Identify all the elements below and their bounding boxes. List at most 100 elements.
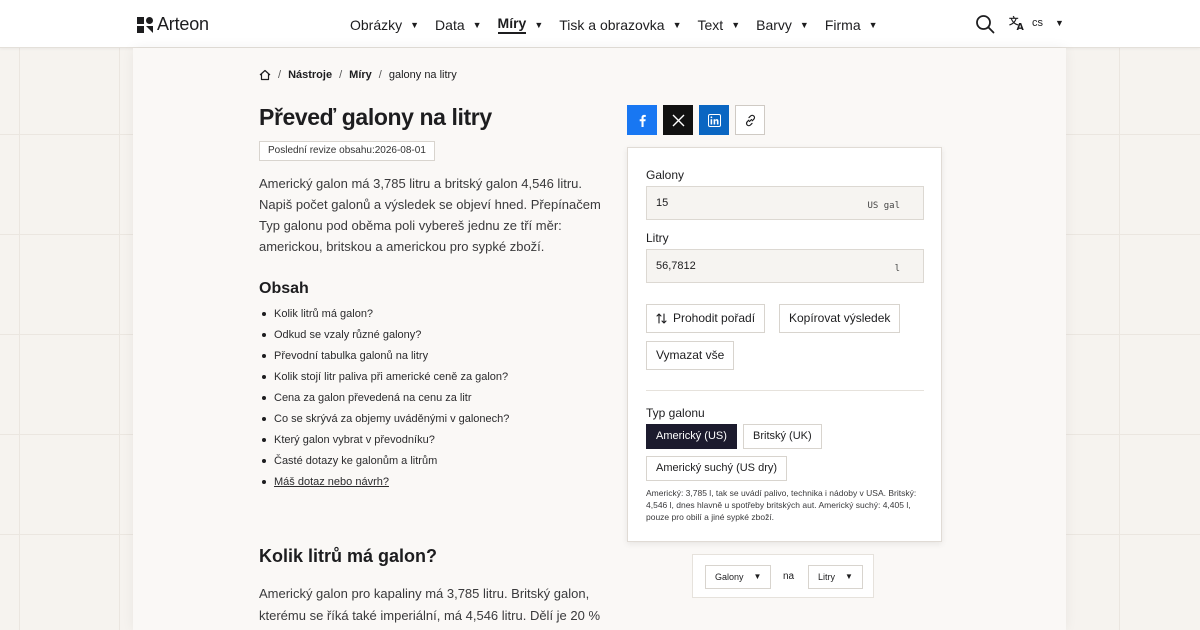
toc-item-label: Kolik litrů má galon?: [274, 308, 374, 320]
nav-label: Míry: [497, 15, 527, 34]
home-icon[interactable]: [259, 69, 271, 81]
from-unit-select[interactable]: Galony ▼: [705, 565, 772, 589]
from-unit-select-value: Galony: [715, 572, 744, 582]
toc-item[interactable]: Kolik stojí litr paliva při americké cen…: [259, 370, 509, 391]
share-linkedin-button[interactable]: [699, 105, 729, 135]
intro-text: Americký galon má 3,785 litru a britský …: [259, 176, 601, 254]
toc-item-label: Převodní tabulka galonů na litry: [274, 350, 429, 362]
gallon-type-us[interactable]: Americký (US): [646, 424, 737, 449]
nav-item-text[interactable]: Text ▼: [698, 15, 741, 34]
toc-item[interactable]: Cena za galon převedená na cenu za litr: [259, 391, 509, 412]
breadcrumb-separator: /: [378, 69, 382, 81]
clear-all-button[interactable]: Vymazat vše: [646, 341, 735, 370]
breadcrumb-separator: /: [339, 69, 343, 81]
share-x-button[interactable]: [663, 105, 693, 135]
copy-result-label: Kopírovat výsledek: [789, 311, 891, 325]
share-facebook-button[interactable]: [627, 105, 657, 135]
site-header: Arteon Obrázky ▼ Data ▼ Míry ▼ Tisk a ob…: [0, 0, 1200, 48]
to-field-box: l: [646, 249, 924, 283]
converter-panel: Galony US gal Litry l Prohodit pořadí Ko…: [627, 147, 942, 542]
x-icon: [672, 114, 684, 126]
pair-connector: na: [783, 571, 795, 582]
logo-mark-icon: [137, 16, 153, 33]
from-field-box: US gal: [646, 186, 924, 220]
nav-item-barvy[interactable]: Barvy ▼: [756, 15, 809, 34]
breadcrumb: / Nástroje / Míry / galony na litry: [259, 69, 457, 81]
revision-badge: Poslední revize obsahu:2026-08-01: [259, 141, 435, 161]
to-unit-select[interactable]: Litry ▼: [808, 565, 863, 589]
gallon-type-us-dry[interactable]: Americký suchý (US dry): [646, 456, 788, 481]
toc-item[interactable]: Kolik litrů má galon?: [259, 307, 509, 328]
toc-item[interactable]: Odkud se vzaly různé galony?: [259, 328, 509, 349]
caret-down-icon: ▼: [672, 19, 682, 30]
main-nav: Obrázky ▼ Data ▼ Míry ▼ Tisk a obrazovka…: [350, 15, 894, 34]
breadcrumb-item-current: galony na litry: [388, 69, 457, 81]
toc-item-label: Co se skrývá za objemy uváděnými v galon…: [274, 413, 510, 425]
caret-down-icon: ▼: [534, 19, 544, 30]
toc-item-label: Cena za galon převedená na cenu za litr: [274, 392, 472, 404]
nav-item-obrazky[interactable]: Obrázky ▼: [350, 15, 419, 34]
caret-down-icon: ▼: [868, 19, 878, 30]
toc-item[interactable]: Převodní tabulka galonů na litry: [259, 349, 509, 370]
toc-item-label: Máš dotaz nebo návrh?: [274, 476, 389, 488]
to-unit: l: [894, 264, 900, 274]
toc-item[interactable]: Co se skrývá za objemy uváděnými v galon…: [259, 412, 509, 433]
language-code: cs: [1032, 16, 1043, 29]
from-field-label: Galony: [646, 168, 685, 182]
toc-heading: Obsah: [259, 280, 309, 297]
caret-down-icon: ▼: [1055, 17, 1064, 28]
toc-item[interactable]: Časté dotazy ke galonům a litrům: [259, 454, 509, 475]
link-icon: [745, 114, 755, 126]
divider: [646, 390, 924, 391]
copy-result-button[interactable]: Kopírovat výsledek: [779, 304, 901, 333]
toc-item-label: Kolik stojí litr paliva při americké cen…: [274, 371, 509, 383]
nav-label: Text: [697, 16, 724, 33]
nav-item-data[interactable]: Data ▼: [435, 15, 482, 34]
nav-item-tisk[interactable]: Tisk a obrazovka ▼: [559, 15, 681, 34]
nav-item-firma[interactable]: Firma ▼: [825, 15, 878, 34]
revision-date: 2026-08-01: [374, 145, 426, 156]
translate-icon: 文 A: [1009, 15, 1025, 31]
toc-item-feedback-link[interactable]: Máš dotaz nebo návrh?: [259, 475, 509, 496]
copy-link-button[interactable]: [735, 105, 765, 135]
caret-down-icon: ▼: [472, 19, 482, 30]
toc-item[interactable]: Který galon vybrat v převodníku?: [259, 433, 509, 454]
facebook-icon: [639, 114, 646, 127]
toc-item-label: Časté dotazy ke galonům a litrům: [274, 455, 438, 467]
swap-arrows-icon: [656, 313, 667, 324]
breadcrumb-separator: /: [278, 69, 282, 81]
gallon-type-label: Typ galonu: [646, 406, 705, 420]
swap-label: Prohodit pořadí: [673, 311, 756, 325]
breadcrumb-item-nastroje[interactable]: Nástroje: [288, 69, 332, 81]
caret-down-icon: ▼: [799, 19, 809, 30]
page-title: Převeď galony na litry: [259, 104, 492, 130]
logo-text: Arteon: [157, 14, 209, 34]
gallon-type-uk[interactable]: Britský (UK): [743, 424, 822, 449]
share-buttons: [627, 105, 765, 135]
clear-all-label: Vymazat vše: [656, 348, 725, 362]
nav-item-miry[interactable]: Míry ▼: [497, 15, 544, 34]
nav-label: Firma: [824, 16, 861, 33]
nav-label: Data: [435, 16, 465, 33]
from-unit: US gal: [867, 201, 900, 211]
section-heading: Kolik litrů má galon?: [259, 546, 438, 566]
search-icon[interactable]: [975, 14, 995, 34]
unit-pair-picker: Galony ▼ na Litry ▼: [692, 554, 874, 598]
nav-label: Obrázky: [350, 16, 403, 33]
language-switcher[interactable]: 文 A cs ▼: [1009, 14, 1064, 31]
swap-button[interactable]: Prohodit pořadí: [646, 304, 766, 333]
breadcrumb-item-miry[interactable]: Míry: [349, 69, 372, 81]
main-content: / Nástroje / Míry / galony na litry Přev…: [133, 48, 1066, 630]
logo[interactable]: Arteon: [137, 14, 209, 35]
to-unit-select-value: Litry: [818, 572, 836, 582]
section-body: Americký galon pro kapaliny má 3,785 lit…: [259, 586, 601, 623]
nav-label: Barvy: [756, 16, 792, 33]
gallons-input[interactable]: [647, 187, 857, 219]
caret-down-icon: ▼: [410, 19, 420, 30]
gallon-type-note: Americký: 3,785 l, tak se uvádí palivo, …: [646, 488, 917, 522]
caret-down-icon: ▼: [845, 572, 853, 581]
table-of-contents: Kolik litrů má galon? Odkud se vzaly růz…: [259, 307, 509, 496]
to-field-label: Litry: [646, 231, 669, 245]
liters-input[interactable]: [647, 250, 857, 282]
nav-label: Tisk a obrazovka: [559, 16, 665, 33]
